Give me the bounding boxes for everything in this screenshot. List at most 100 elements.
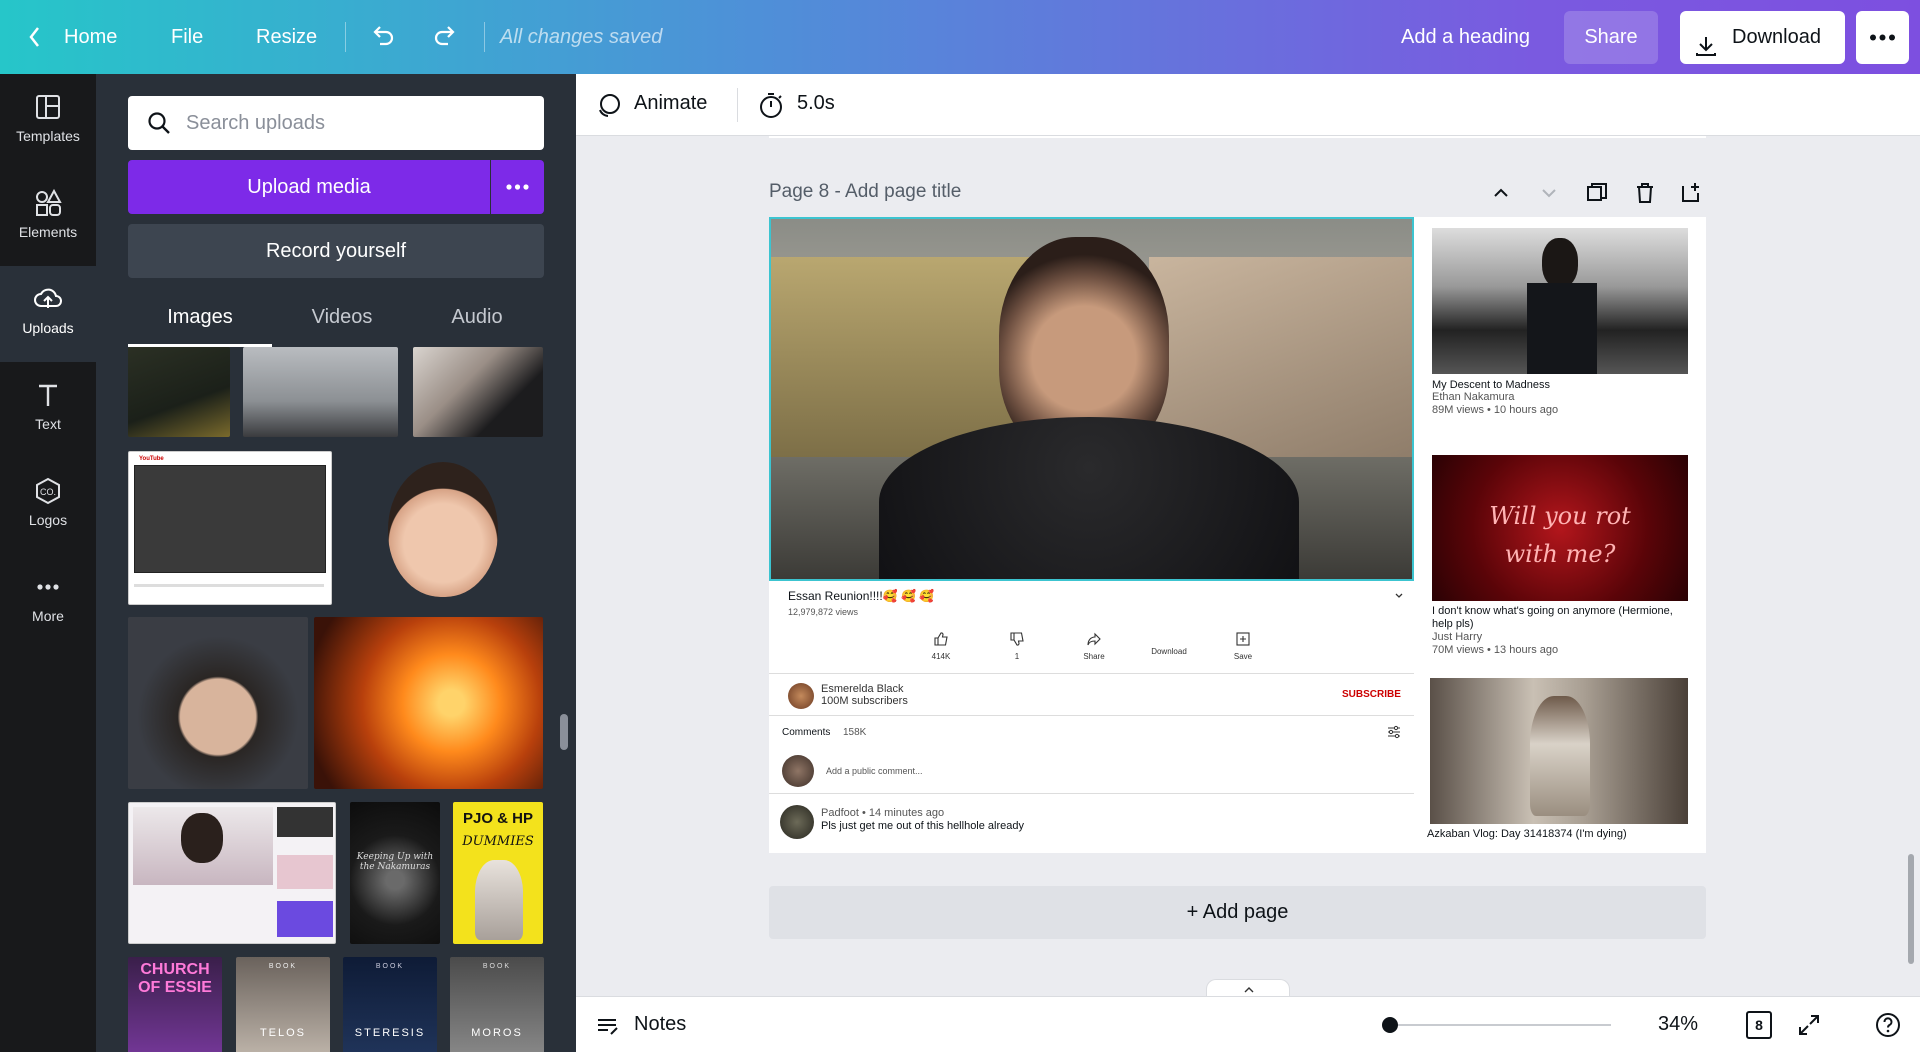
rail-label: Elements [18, 224, 78, 240]
upload-thumbnail[interactable] [128, 347, 230, 437]
rail-label: Templates [16, 128, 80, 144]
upload-thumbnail[interactable] [388, 462, 498, 597]
recommended-thumbnail[interactable] [1430, 678, 1688, 824]
thumb-title: MOROS [471, 1027, 523, 1039]
editor-area: Animate 5.0s Page 8 - Add page title Ess… [576, 74, 1920, 1052]
timer-icon[interactable] [756, 90, 786, 120]
rail-more[interactable]: More [0, 554, 96, 650]
thumb-title: STERESIS [354, 1027, 426, 1039]
tab-videos[interactable]: Videos [272, 306, 412, 329]
show-pages-handle[interactable] [1206, 979, 1290, 997]
animate-button[interactable]: Animate [634, 92, 707, 115]
rail-label: More [32, 608, 64, 624]
record-yourself-button[interactable]: Record yourself [128, 224, 544, 278]
chevron-up-icon[interactable] [1486, 178, 1516, 208]
animate-icon[interactable] [594, 90, 624, 120]
panel-scrollbar[interactable] [560, 714, 568, 750]
download-icon [1694, 26, 1718, 56]
undo-icon[interactable] [368, 22, 398, 52]
page-count-button[interactable]: 8 [1746, 1011, 1772, 1039]
upload-media-button[interactable]: Upload media [128, 160, 490, 214]
upload-thumbnail[interactable] [413, 347, 543, 437]
back-chevron-icon[interactable] [28, 0, 42, 74]
upload-thumbnail[interactable]: BOOK STERESIS [343, 957, 437, 1052]
delete-page-icon[interactable] [1630, 178, 1660, 208]
recommended-thumbnail[interactable] [1432, 228, 1688, 374]
redo-icon[interactable] [430, 22, 460, 52]
playlist-add-icon [1236, 632, 1250, 646]
subscribe-label: SUBSCRIBE [1342, 689, 1401, 700]
add-page-button[interactable]: + Add page [769, 886, 1706, 939]
rail-label: Uploads [22, 320, 74, 336]
more-options-button[interactable] [1856, 11, 1909, 64]
tab-images[interactable]: Images [130, 306, 270, 329]
download-action: Download [1151, 647, 1187, 656]
main-video-image[interactable] [769, 217, 1414, 581]
fullscreen-icon[interactable] [1796, 1012, 1822, 1038]
zoom-slider-thumb[interactable] [1382, 1017, 1398, 1033]
notes-icon[interactable] [594, 1012, 620, 1038]
video-views: 12,979,872 views [788, 607, 859, 617]
rail-templates[interactable]: Templates [0, 74, 96, 170]
rail-uploads[interactable]: Uploads [0, 266, 96, 362]
upload-thumbnail[interactable] [243, 347, 398, 437]
zoom-level[interactable]: 34% [1658, 1013, 1698, 1036]
editor-scrollbar[interactable] [1908, 854, 1914, 964]
upload-thumbnail[interactable]: CHURCH OF ESSIE [128, 957, 222, 1052]
home-button[interactable]: Home [64, 0, 117, 74]
upload-thumbnail[interactable]: YouTube [128, 451, 332, 605]
rail-label: Text [35, 416, 61, 432]
save-status: All changes saved [500, 26, 663, 48]
chevron-down-icon [1393, 589, 1405, 601]
channel-avatar [788, 683, 814, 709]
tab-audio[interactable]: Audio [407, 306, 547, 329]
help-icon[interactable] [1874, 1011, 1902, 1039]
chevron-down-icon[interactable] [1534, 178, 1564, 208]
duplicate-page-icon[interactable] [1582, 178, 1612, 208]
thumb-title: CHURCH OF ESSIE [138, 961, 212, 996]
upload-thumbnail[interactable] [314, 617, 543, 789]
upload-thumbnail[interactable]: PJO & HP DUMMIES [453, 802, 543, 944]
upload-thumbnail[interactable] [128, 802, 336, 944]
like-action: 414K [929, 631, 953, 665]
resize-button[interactable]: Resize [256, 0, 317, 74]
save-action: Save [1228, 631, 1258, 665]
page-title[interactable]: Page 8 - Add page title [769, 181, 961, 203]
rail-text[interactable]: Text [0, 362, 96, 458]
download-button[interactable]: Download [1680, 11, 1845, 64]
recommended-thumbnail[interactable]: Will you rot with me? [1432, 455, 1688, 601]
left-rail: Templates Elements Uploads Text CO. Logo… [0, 74, 96, 1052]
add-page-icon[interactable] [1676, 178, 1706, 208]
context-toolbar: Animate 5.0s [576, 74, 1920, 136]
logos-icon: CO. [36, 477, 60, 505]
top-bar: Home File Resize All changes saved Add a… [0, 0, 1920, 74]
ellipsis-icon [1870, 34, 1895, 41]
share-icon [1087, 632, 1101, 646]
comment-text: Pls just get me out of this hellhole alr… [821, 820, 1025, 832]
upload-thumbnail[interactable]: BOOK TELOS [236, 957, 330, 1052]
search-icon [148, 112, 170, 134]
comments-label: Comments [782, 727, 831, 738]
elements-icon [36, 188, 62, 216]
image-grid: YouTube Keeping Up with the Nakamuras PJ… [128, 347, 548, 1052]
design-title[interactable]: Add a heading [1401, 0, 1530, 74]
design-page[interactable]: Essan Reunion!!!!🥰 🥰 🥰 12,979,872 views … [769, 217, 1706, 853]
upload-thumbnail[interactable] [128, 617, 308, 789]
upload-thumbnail[interactable]: Keeping Up with the Nakamuras [350, 802, 440, 944]
divider [484, 22, 485, 52]
share-button[interactable]: Share [1564, 11, 1658, 64]
file-menu[interactable]: File [171, 0, 203, 74]
rail-elements[interactable]: Elements [0, 170, 96, 266]
rail-logos[interactable]: CO. Logos [0, 458, 96, 554]
text-icon [39, 384, 57, 406]
comment-input-placeholder: Add a public comment... [826, 766, 923, 776]
upload-options-button[interactable] [491, 160, 544, 214]
search-input[interactable]: Search uploads [128, 96, 544, 150]
dislike-action: 1 [1005, 631, 1029, 665]
upload-thumbnail[interactable]: BOOK MOROS [450, 957, 544, 1052]
duration-value[interactable]: 5.0s [797, 92, 835, 115]
recommended-channel: Just Harry [1432, 631, 1483, 643]
zoom-slider-track[interactable] [1383, 1024, 1611, 1026]
notes-button[interactable]: Notes [634, 1013, 686, 1036]
thumb-subtitle: DUMMIES [462, 834, 534, 849]
